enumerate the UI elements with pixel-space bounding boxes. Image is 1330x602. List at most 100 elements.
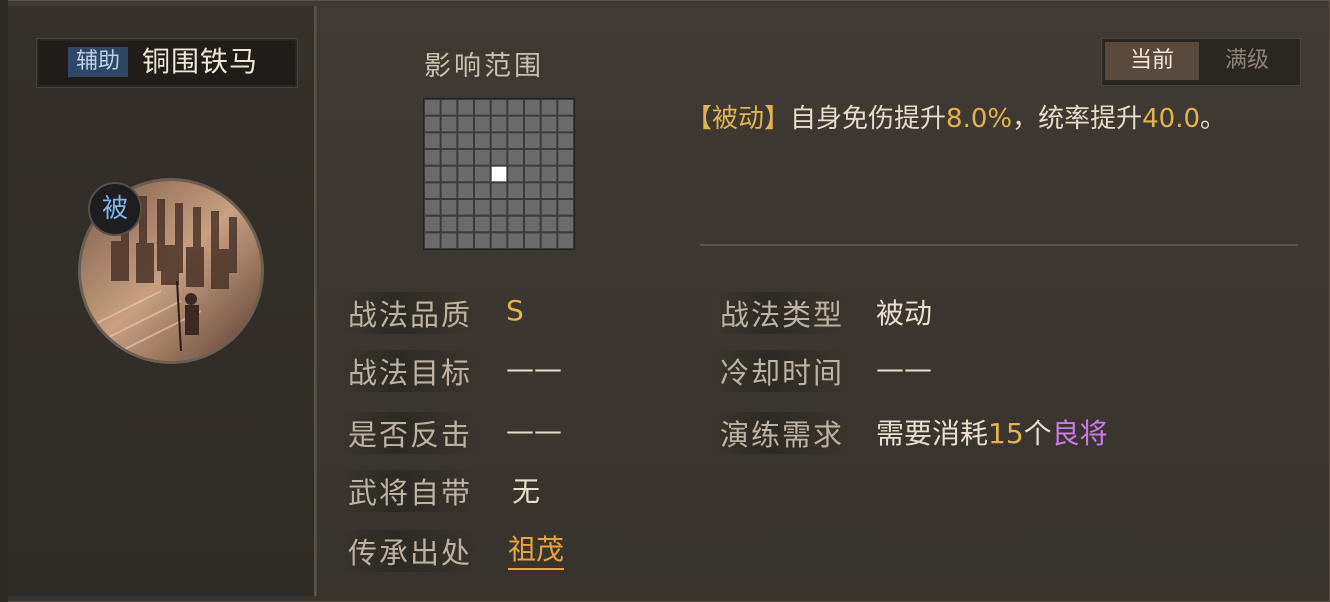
description-text-3: 。 bbox=[1200, 104, 1227, 134]
range-grid-cell bbox=[524, 215, 541, 233]
range-grid-cell-active bbox=[490, 165, 508, 183]
quality-label: 战法品质 bbox=[342, 292, 479, 334]
range-grid-cell bbox=[540, 165, 558, 183]
range-grid-cell bbox=[424, 232, 441, 249]
range-grid-cell bbox=[490, 232, 508, 249]
range-grid-cell bbox=[524, 132, 541, 149]
range-grid-cell bbox=[557, 132, 574, 149]
range-grid-cell bbox=[507, 165, 525, 183]
tab-max-level[interactable]: 满级 bbox=[1200, 42, 1294, 80]
innate-value: 无 bbox=[512, 475, 541, 508]
range-grid-cell bbox=[557, 182, 574, 200]
range-title: 影响范围 bbox=[424, 51, 544, 82]
cooldown-label: 冷却时间 bbox=[714, 350, 851, 392]
skill-type-tag: 辅助 bbox=[68, 47, 128, 77]
range-grid-cell bbox=[490, 99, 508, 116]
range-grid-cell bbox=[457, 149, 474, 166]
level-tabs: 当前 满级 bbox=[1101, 38, 1301, 86]
range-grid-cell bbox=[490, 132, 508, 149]
range-grid-cell bbox=[540, 215, 558, 233]
skill-type-label: 战法类型 bbox=[714, 292, 851, 334]
range-grid-cell bbox=[474, 199, 491, 216]
description-text-1: 自身免伤提升 bbox=[790, 104, 947, 134]
range-grid-cell bbox=[440, 165, 458, 183]
range-grid-cell bbox=[424, 199, 441, 216]
range-grid-cell bbox=[557, 99, 574, 116]
horizontal-divider bbox=[700, 244, 1298, 246]
range-grid-cell bbox=[440, 199, 458, 216]
range-grid-cell bbox=[540, 199, 558, 216]
range-grid-cell bbox=[474, 132, 491, 149]
range-grid-cell bbox=[440, 182, 458, 200]
training-value: 需要消耗15个良将 bbox=[876, 412, 1108, 452]
range-grid-cell bbox=[524, 149, 541, 166]
range-grid-cell bbox=[540, 182, 558, 200]
range-grid-cell bbox=[524, 232, 541, 249]
range-grid-cell bbox=[557, 215, 574, 233]
training-label: 演练需求 bbox=[714, 412, 851, 454]
quality-value: S bbox=[506, 294, 524, 327]
range-grid-cell bbox=[490, 149, 508, 166]
range-grid-cell bbox=[440, 99, 458, 116]
range-grid-cell bbox=[424, 149, 441, 166]
vertical-divider bbox=[314, 6, 316, 596]
range-grid-cell bbox=[424, 182, 441, 200]
range-grid-cell bbox=[440, 232, 458, 249]
range-grid-cell bbox=[424, 115, 441, 133]
range-grid-cell bbox=[440, 115, 458, 133]
range-grid-cell bbox=[557, 199, 574, 216]
range-grid-cell bbox=[457, 199, 474, 216]
description-value-1: 8.0% bbox=[946, 104, 1013, 134]
range-grid-cell bbox=[424, 99, 441, 116]
range-grid-cell bbox=[490, 182, 508, 200]
training-mid: 个 bbox=[1023, 417, 1052, 450]
range-grid-cell bbox=[474, 115, 491, 133]
counterattack-value: —— bbox=[506, 414, 562, 447]
target-label: 战法目标 bbox=[342, 350, 479, 392]
range-grid-cell bbox=[457, 165, 474, 183]
range-grid-cell bbox=[440, 132, 458, 149]
description-tag: 【被动】 bbox=[686, 104, 791, 134]
cooldown-value: —— bbox=[876, 352, 932, 385]
range-grid-cell bbox=[540, 115, 558, 133]
skill-type-value: 被动 bbox=[876, 297, 933, 330]
description-text-2: ，统率提升 bbox=[1012, 104, 1143, 134]
range-grid-cell bbox=[524, 99, 541, 116]
range-grid-cell bbox=[440, 215, 458, 233]
range-grid-cell bbox=[557, 149, 574, 166]
range-grid-cell bbox=[440, 149, 458, 166]
range-grid-cell bbox=[424, 132, 441, 149]
range-grid-cell bbox=[424, 165, 441, 183]
range-grid-cell bbox=[490, 115, 508, 133]
range-grid-cell bbox=[490, 215, 508, 233]
range-grid-cell bbox=[474, 99, 491, 116]
range-grid-cell bbox=[474, 165, 491, 183]
range-grid-cell bbox=[540, 132, 558, 149]
range-grid-cell bbox=[457, 182, 474, 200]
range-grid-cell bbox=[524, 165, 541, 183]
range-grid-cell bbox=[507, 149, 525, 166]
innate-label: 武将自带 bbox=[342, 470, 479, 512]
target-value: —— bbox=[506, 352, 562, 385]
range-grid bbox=[423, 98, 575, 250]
source-general-link[interactable]: 祖茂 bbox=[508, 528, 565, 570]
range-grid-cell bbox=[524, 182, 541, 200]
range-grid-cell bbox=[490, 199, 508, 216]
training-item[interactable]: 良将 bbox=[1052, 417, 1108, 450]
range-grid-cell bbox=[507, 215, 525, 233]
range-grid-cell bbox=[507, 232, 525, 249]
skill-description: 【被动】自身免伤提升8.0%，统率提升40.0。 bbox=[686, 98, 1226, 135]
range-grid-cell bbox=[457, 115, 474, 133]
range-grid-cell bbox=[540, 99, 558, 116]
range-grid-cell bbox=[457, 215, 474, 233]
range-grid-cell bbox=[474, 215, 491, 233]
range-grid-cell bbox=[457, 232, 474, 249]
range-grid-cell bbox=[507, 115, 525, 133]
range-grid-cell bbox=[474, 232, 491, 249]
range-grid-cell bbox=[557, 232, 574, 249]
counterattack-label: 是否反击 bbox=[342, 412, 479, 454]
training-prefix: 需要消耗 bbox=[876, 417, 989, 450]
tab-current[interactable]: 当前 bbox=[1105, 42, 1199, 80]
range-grid-cell bbox=[524, 115, 541, 133]
range-grid-cell bbox=[507, 99, 525, 116]
